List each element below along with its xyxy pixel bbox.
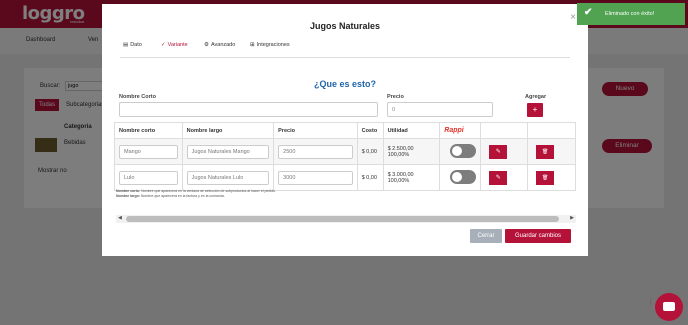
info-icon: ▤ [123, 42, 129, 48]
agregar-label: Agregar [525, 94, 547, 100]
tab-label: Variante [167, 42, 188, 48]
gear-icon: ⚙ [204, 42, 209, 48]
nombre-largo-field[interactable]: Jugos Naturales Lulo [186, 170, 270, 185]
variants-table: Nombre corto Nombre largo Precio Costo U… [114, 122, 576, 191]
precio-input[interactable]: 0 [387, 102, 493, 117]
precio-field[interactable]: 3000 [278, 170, 353, 185]
toast-message: Eliminado con éxito! [605, 11, 655, 17]
precio-field[interactable]: 2500 [278, 144, 353, 159]
nombre-corto-label: Nombre Corto [119, 94, 156, 100]
delete-button[interactable]: 🗑 [536, 144, 555, 159]
rappi-toggle[interactable] [450, 143, 477, 158]
header-utilidad: Utilidad [382, 122, 441, 139]
tab-variante[interactable]: ✓ Variante [161, 42, 188, 48]
edit-button[interactable]: ✎ [489, 144, 508, 159]
header-rappi: Rappi [439, 122, 482, 139]
trash-icon: 🗑 [541, 174, 549, 181]
costo-cell: $ 0,00 [356, 138, 384, 165]
tab-avanzado[interactable]: ⚙ Avanzado [204, 42, 235, 48]
tab-integraciones[interactable]: ⊞ Integraciones [250, 42, 290, 48]
utilidad-cell: $ 2.500,00 100,00% [382, 138, 441, 165]
nombre-corto-input[interactable] [119, 102, 378, 117]
toggle-knob [452, 145, 463, 156]
modal-tabs: ▤ Dato ✓ Variante ⚙ Avanzado ⊞ Integraciones [120, 38, 570, 58]
precio-label: Precio [387, 94, 404, 100]
modal-title: Jugos Naturales [309, 21, 381, 31]
rappi-logo: Rappi [444, 127, 464, 134]
cancel-button[interactable]: Cerrar [470, 229, 502, 243]
check-icon: ✓ [161, 42, 166, 48]
note-2-text: Nombre que aparecerá en la factura y en … [140, 194, 225, 198]
tab-label: Integraciones [256, 42, 290, 48]
header-edit [480, 122, 529, 139]
product-modal: × Jugos Naturales ▤ Dato ✓ Variante ⚙ Avanz… [102, 4, 588, 256]
nombre-corto-field[interactable]: Lulo [119, 170, 178, 185]
header-nombre-corto: Nombre corto [114, 122, 183, 139]
tab-dato[interactable]: ▤ Dato [123, 42, 142, 48]
header-delete [527, 122, 576, 139]
horizontal-scrollbar[interactable]: ◀ ▶ [116, 215, 576, 223]
nombre-largo-field[interactable]: Jugos Naturales Mango [186, 144, 270, 159]
tab-label: Avanzado [210, 42, 236, 48]
header-precio: Precio [273, 122, 358, 139]
drag-handle-icon[interactable]: ⋮ ⋮ [648, 299, 653, 307]
grid-icon: ⊞ [250, 42, 255, 48]
rappi-toggle[interactable] [450, 169, 477, 184]
chat-bubble-icon [663, 302, 675, 311]
toggle-knob [452, 171, 463, 182]
pencil-icon: ✎ [495, 174, 501, 181]
pencil-icon: ✎ [495, 148, 501, 155]
add-variant-button[interactable]: + [527, 103, 543, 117]
field-notes: Nombre corto: Nombre que aparecerá en la… [116, 189, 276, 199]
utilidad-cell: $ 3.000,00 100,00% [382, 164, 441, 191]
table-row: Lulo Jugos Naturales Lulo 3000 $ 0,00 $ … [114, 164, 576, 191]
nombre-corto-field[interactable]: Mango [119, 144, 178, 159]
note-1-text: Nombre que aparecerá en la ventana de se… [141, 189, 276, 193]
trash-icon: 🗑 [541, 148, 549, 155]
success-toast[interactable]: ✔ Eliminado con éxito! [577, 3, 685, 25]
check-icon: ✔ [584, 7, 593, 18]
tab-label: Dato [130, 42, 142, 48]
note-1-title: Nombre corto: [116, 189, 141, 193]
save-button[interactable]: Guardar cambios [505, 229, 571, 243]
costo-cell: $ 0,00 [356, 164, 384, 191]
table-row: Mango Jugos Naturales Mango 2500 $ 0,00 … [114, 138, 576, 165]
header-nombre-largo: Nombre largo [181, 122, 275, 139]
delete-button[interactable]: 🗑 [536, 170, 555, 185]
scroll-right-icon[interactable]: ▶ [570, 215, 574, 221]
scrollbar-thumb[interactable] [126, 216, 559, 222]
help-link[interactable]: ¿Que es esto? [102, 79, 588, 89]
scroll-left-icon[interactable]: ◀ [118, 215, 122, 221]
edit-button[interactable]: ✎ [489, 170, 508, 185]
header-costo: Costo [356, 122, 384, 139]
note-2-title: Nombre largo: [116, 194, 140, 198]
chat-button[interactable] [655, 293, 683, 321]
